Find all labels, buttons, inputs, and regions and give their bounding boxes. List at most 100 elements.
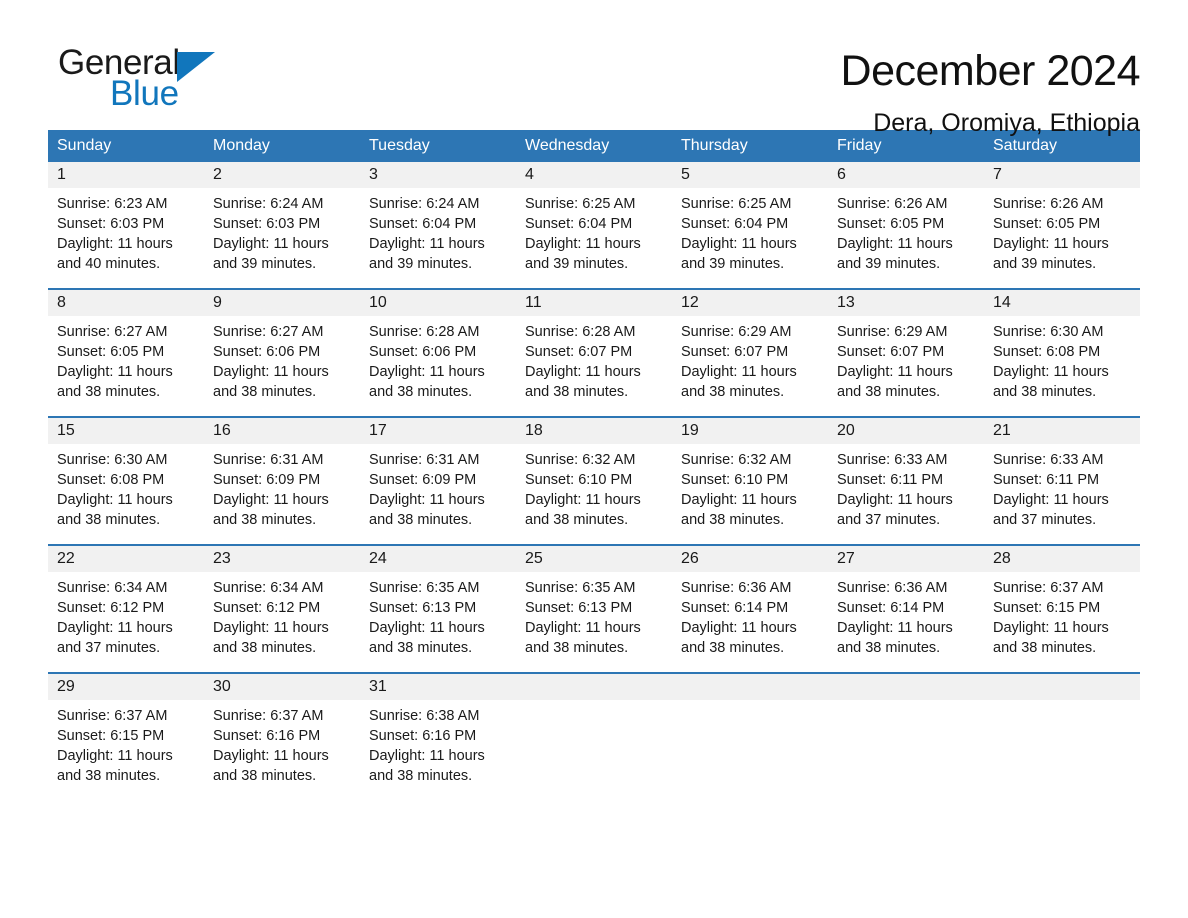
day-number: 1	[48, 162, 204, 188]
day-details: Sunrise: 6:26 AM Sunset: 6:05 PM Dayligh…	[828, 188, 984, 274]
day-cell[interactable]: 6 Sunrise: 6:26 AM Sunset: 6:05 PM Dayli…	[828, 162, 984, 288]
day-cell[interactable]: 22 Sunrise: 6:34 AM Sunset: 6:12 PM Dayl…	[48, 546, 204, 672]
sunset-text: Sunset: 6:10 PM	[681, 472, 789, 488]
sunrise-text: Sunrise: 6:30 AM	[993, 324, 1104, 340]
sunset-text: Sunset: 6:14 PM	[681, 600, 789, 616]
calendar-page: General Blue December 2024 Dera, Oromiya…	[0, 0, 1188, 918]
daylight-text: Daylight: 11 hours and 38 minutes.	[369, 364, 485, 400]
day-cell[interactable]: 11 Sunrise: 6:28 AM Sunset: 6:07 PM Dayl…	[516, 290, 672, 416]
sunrise-text: Sunrise: 6:28 AM	[369, 324, 480, 340]
day-number: 28	[984, 546, 1140, 572]
sunrise-text: Sunrise: 6:35 AM	[525, 580, 636, 596]
sunrise-text: Sunrise: 6:30 AM	[57, 452, 168, 468]
day-cell-empty	[516, 674, 672, 800]
day-details	[828, 700, 984, 706]
day-cell[interactable]: 9 Sunrise: 6:27 AM Sunset: 6:06 PM Dayli…	[204, 290, 360, 416]
day-cell[interactable]: 3 Sunrise: 6:24 AM Sunset: 6:04 PM Dayli…	[360, 162, 516, 288]
day-number: 17	[360, 418, 516, 444]
daylight-text: Daylight: 11 hours and 38 minutes.	[213, 364, 329, 400]
sunrise-text: Sunrise: 6:24 AM	[369, 196, 480, 212]
day-cell[interactable]: 13 Sunrise: 6:29 AM Sunset: 6:07 PM Dayl…	[828, 290, 984, 416]
day-number: 29	[48, 674, 204, 700]
day-cell[interactable]: 7 Sunrise: 6:26 AM Sunset: 6:05 PM Dayli…	[984, 162, 1140, 288]
day-cell[interactable]: 29 Sunrise: 6:37 AM Sunset: 6:15 PM Dayl…	[48, 674, 204, 800]
day-details: Sunrise: 6:33 AM Sunset: 6:11 PM Dayligh…	[828, 444, 984, 530]
day-number: 22	[48, 546, 204, 572]
sunrise-text: Sunrise: 6:36 AM	[837, 580, 948, 596]
day-details: Sunrise: 6:27 AM Sunset: 6:05 PM Dayligh…	[48, 316, 204, 402]
day-cell[interactable]: 18 Sunrise: 6:32 AM Sunset: 6:10 PM Dayl…	[516, 418, 672, 544]
day-details: Sunrise: 6:26 AM Sunset: 6:05 PM Dayligh…	[984, 188, 1140, 274]
day-number: 2	[204, 162, 360, 188]
day-cell[interactable]: 19 Sunrise: 6:32 AM Sunset: 6:10 PM Dayl…	[672, 418, 828, 544]
sunrise-text: Sunrise: 6:26 AM	[837, 196, 948, 212]
day-details: Sunrise: 6:36 AM Sunset: 6:14 PM Dayligh…	[672, 572, 828, 658]
page-title: December 2024	[840, 47, 1141, 95]
day-details: Sunrise: 6:33 AM Sunset: 6:11 PM Dayligh…	[984, 444, 1140, 530]
sunset-text: Sunset: 6:04 PM	[525, 216, 633, 232]
daylight-text: Daylight: 11 hours and 38 minutes.	[993, 620, 1109, 656]
day-cell[interactable]: 15 Sunrise: 6:30 AM Sunset: 6:08 PM Dayl…	[48, 418, 204, 544]
daylight-text: Daylight: 11 hours and 38 minutes.	[57, 492, 173, 528]
sunset-text: Sunset: 6:05 PM	[993, 216, 1101, 232]
day-cell[interactable]: 24 Sunrise: 6:35 AM Sunset: 6:13 PM Dayl…	[360, 546, 516, 672]
sunset-text: Sunset: 6:08 PM	[57, 472, 165, 488]
day-number: 7	[984, 162, 1140, 188]
day-number: 4	[516, 162, 672, 188]
daylight-text: Daylight: 11 hours and 38 minutes.	[837, 364, 953, 400]
day-cell[interactable]: 25 Sunrise: 6:35 AM Sunset: 6:13 PM Dayl…	[516, 546, 672, 672]
day-cell[interactable]: 1 Sunrise: 6:23 AM Sunset: 6:03 PM Dayli…	[48, 162, 204, 288]
day-number: 9	[204, 290, 360, 316]
generalblue-logo[interactable]: General Blue	[48, 44, 348, 112]
day-cell[interactable]: 8 Sunrise: 6:27 AM Sunset: 6:05 PM Dayli…	[48, 290, 204, 416]
title-block: December 2024 Dera, Oromiya, Ethiopia	[840, 44, 1141, 140]
day-cell[interactable]: 30 Sunrise: 6:37 AM Sunset: 6:16 PM Dayl…	[204, 674, 360, 800]
day-details: Sunrise: 6:25 AM Sunset: 6:04 PM Dayligh…	[672, 188, 828, 274]
day-number	[516, 674, 672, 700]
day-number: 5	[672, 162, 828, 188]
daylight-text: Daylight: 11 hours and 38 minutes.	[681, 364, 797, 400]
daylight-text: Daylight: 11 hours and 38 minutes.	[681, 492, 797, 528]
daylight-text: Daylight: 11 hours and 39 minutes.	[837, 236, 953, 272]
day-cell[interactable]: 12 Sunrise: 6:29 AM Sunset: 6:07 PM Dayl…	[672, 290, 828, 416]
sunrise-text: Sunrise: 6:37 AM	[993, 580, 1104, 596]
calendar-grid: Sunday Monday Tuesday Wednesday Thursday…	[48, 130, 1140, 800]
daylight-text: Daylight: 11 hours and 37 minutes.	[57, 620, 173, 656]
sunset-text: Sunset: 6:05 PM	[57, 344, 165, 360]
day-cell[interactable]: 17 Sunrise: 6:31 AM Sunset: 6:09 PM Dayl…	[360, 418, 516, 544]
daylight-text: Daylight: 11 hours and 38 minutes.	[369, 748, 485, 784]
day-details: Sunrise: 6:37 AM Sunset: 6:16 PM Dayligh…	[204, 700, 360, 786]
day-cell[interactable]: 23 Sunrise: 6:34 AM Sunset: 6:12 PM Dayl…	[204, 546, 360, 672]
day-cell[interactable]: 16 Sunrise: 6:31 AM Sunset: 6:09 PM Dayl…	[204, 418, 360, 544]
sunrise-text: Sunrise: 6:32 AM	[681, 452, 792, 468]
day-number: 11	[516, 290, 672, 316]
day-details: Sunrise: 6:32 AM Sunset: 6:10 PM Dayligh…	[672, 444, 828, 530]
day-cell[interactable]: 28 Sunrise: 6:37 AM Sunset: 6:15 PM Dayl…	[984, 546, 1140, 672]
daylight-text: Daylight: 11 hours and 38 minutes.	[57, 748, 173, 784]
daylight-text: Daylight: 11 hours and 38 minutes.	[213, 620, 329, 656]
sunset-text: Sunset: 6:04 PM	[369, 216, 477, 232]
sunset-text: Sunset: 6:16 PM	[369, 728, 477, 744]
day-cell[interactable]: 21 Sunrise: 6:33 AM Sunset: 6:11 PM Dayl…	[984, 418, 1140, 544]
day-cell[interactable]: 31 Sunrise: 6:38 AM Sunset: 6:16 PM Dayl…	[360, 674, 516, 800]
day-cell[interactable]: 14 Sunrise: 6:30 AM Sunset: 6:08 PM Dayl…	[984, 290, 1140, 416]
day-cell[interactable]: 10 Sunrise: 6:28 AM Sunset: 6:06 PM Dayl…	[360, 290, 516, 416]
sunrise-text: Sunrise: 6:32 AM	[525, 452, 636, 468]
day-number: 31	[360, 674, 516, 700]
day-details: Sunrise: 6:37 AM Sunset: 6:15 PM Dayligh…	[984, 572, 1140, 658]
sunrise-text: Sunrise: 6:27 AM	[57, 324, 168, 340]
sunrise-text: Sunrise: 6:34 AM	[57, 580, 168, 596]
day-details: Sunrise: 6:35 AM Sunset: 6:13 PM Dayligh…	[360, 572, 516, 658]
daylight-text: Daylight: 11 hours and 39 minutes.	[525, 236, 641, 272]
day-details	[984, 700, 1140, 706]
day-cell[interactable]: 2 Sunrise: 6:24 AM Sunset: 6:03 PM Dayli…	[204, 162, 360, 288]
daylight-text: Daylight: 11 hours and 38 minutes.	[525, 492, 641, 528]
day-cell-empty	[672, 674, 828, 800]
day-details: Sunrise: 6:30 AM Sunset: 6:08 PM Dayligh…	[984, 316, 1140, 402]
day-cell[interactable]: 5 Sunrise: 6:25 AM Sunset: 6:04 PM Dayli…	[672, 162, 828, 288]
day-cell[interactable]: 4 Sunrise: 6:25 AM Sunset: 6:04 PM Dayli…	[516, 162, 672, 288]
day-cell[interactable]: 20 Sunrise: 6:33 AM Sunset: 6:11 PM Dayl…	[828, 418, 984, 544]
day-cell[interactable]: 26 Sunrise: 6:36 AM Sunset: 6:14 PM Dayl…	[672, 546, 828, 672]
sunset-text: Sunset: 6:07 PM	[681, 344, 789, 360]
day-cell[interactable]: 27 Sunrise: 6:36 AM Sunset: 6:14 PM Dayl…	[828, 546, 984, 672]
